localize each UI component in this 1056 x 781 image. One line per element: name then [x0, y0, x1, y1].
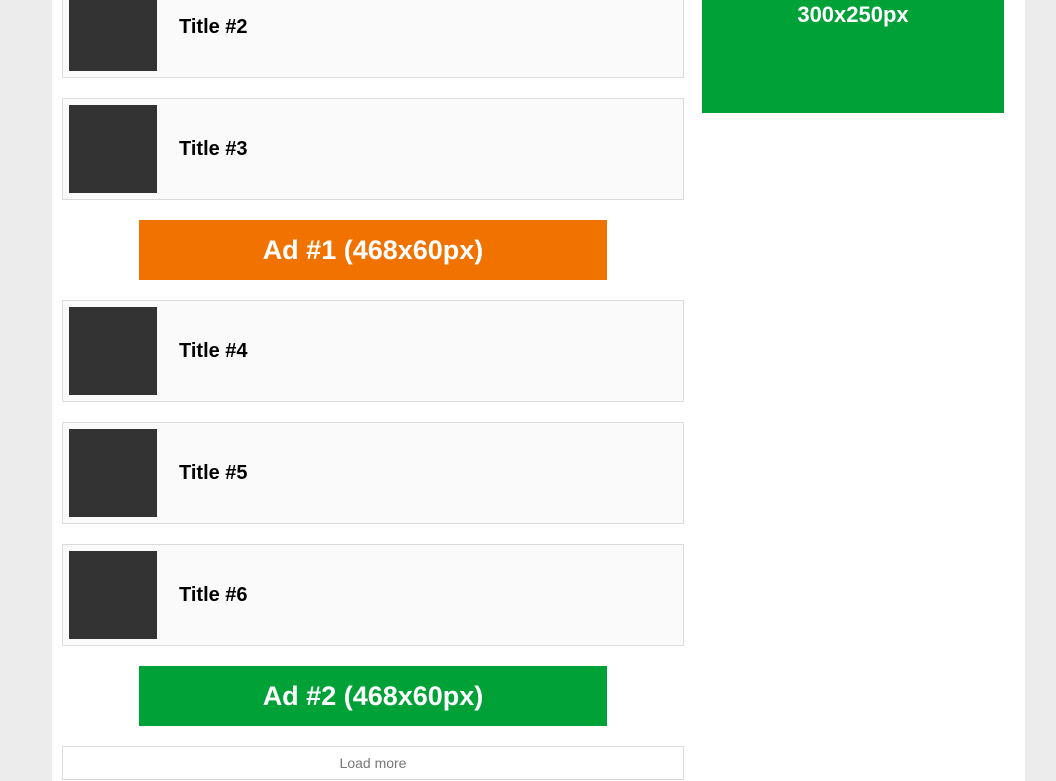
post-title: Title #4	[179, 340, 248, 363]
main-column: Title #2 Title #3 Ad #1 (468x60px) Title…	[52, 0, 684, 780]
page-container: Title #2 Title #3 Ad #1 (468x60px) Title…	[52, 0, 1025, 781]
load-more-label: Load more	[340, 755, 407, 771]
post-title: Title #3	[179, 138, 248, 161]
post-thumbnail	[69, 0, 157, 71]
load-more-button[interactable]: Load more	[62, 746, 684, 780]
sidebar-ad-label: 300x250px	[797, 2, 908, 28]
inline-ad-1[interactable]: Ad #1 (468x60px)	[139, 220, 607, 280]
post-thumbnail	[69, 551, 157, 639]
post-title: Title #2	[179, 16, 248, 39]
sidebar-column: 300x250px	[702, 0, 1004, 113]
post-item[interactable]: Title #4	[62, 300, 684, 402]
ad-label: Ad #2 (468x60px)	[263, 681, 484, 712]
post-item[interactable]: Title #5	[62, 422, 684, 524]
post-thumbnail	[69, 105, 157, 193]
post-item[interactable]: Title #3	[62, 98, 684, 200]
post-title: Title #5	[179, 462, 248, 485]
post-item[interactable]: Title #2	[62, 0, 684, 78]
ad-label: Ad #1 (468x60px)	[263, 235, 484, 266]
post-thumbnail	[69, 429, 157, 517]
post-item[interactable]: Title #6	[62, 544, 684, 646]
sidebar-ad[interactable]: 300x250px	[702, 0, 1004, 113]
post-thumbnail	[69, 307, 157, 395]
post-title: Title #6	[179, 584, 248, 607]
inline-ad-2[interactable]: Ad #2 (468x60px)	[139, 666, 607, 726]
